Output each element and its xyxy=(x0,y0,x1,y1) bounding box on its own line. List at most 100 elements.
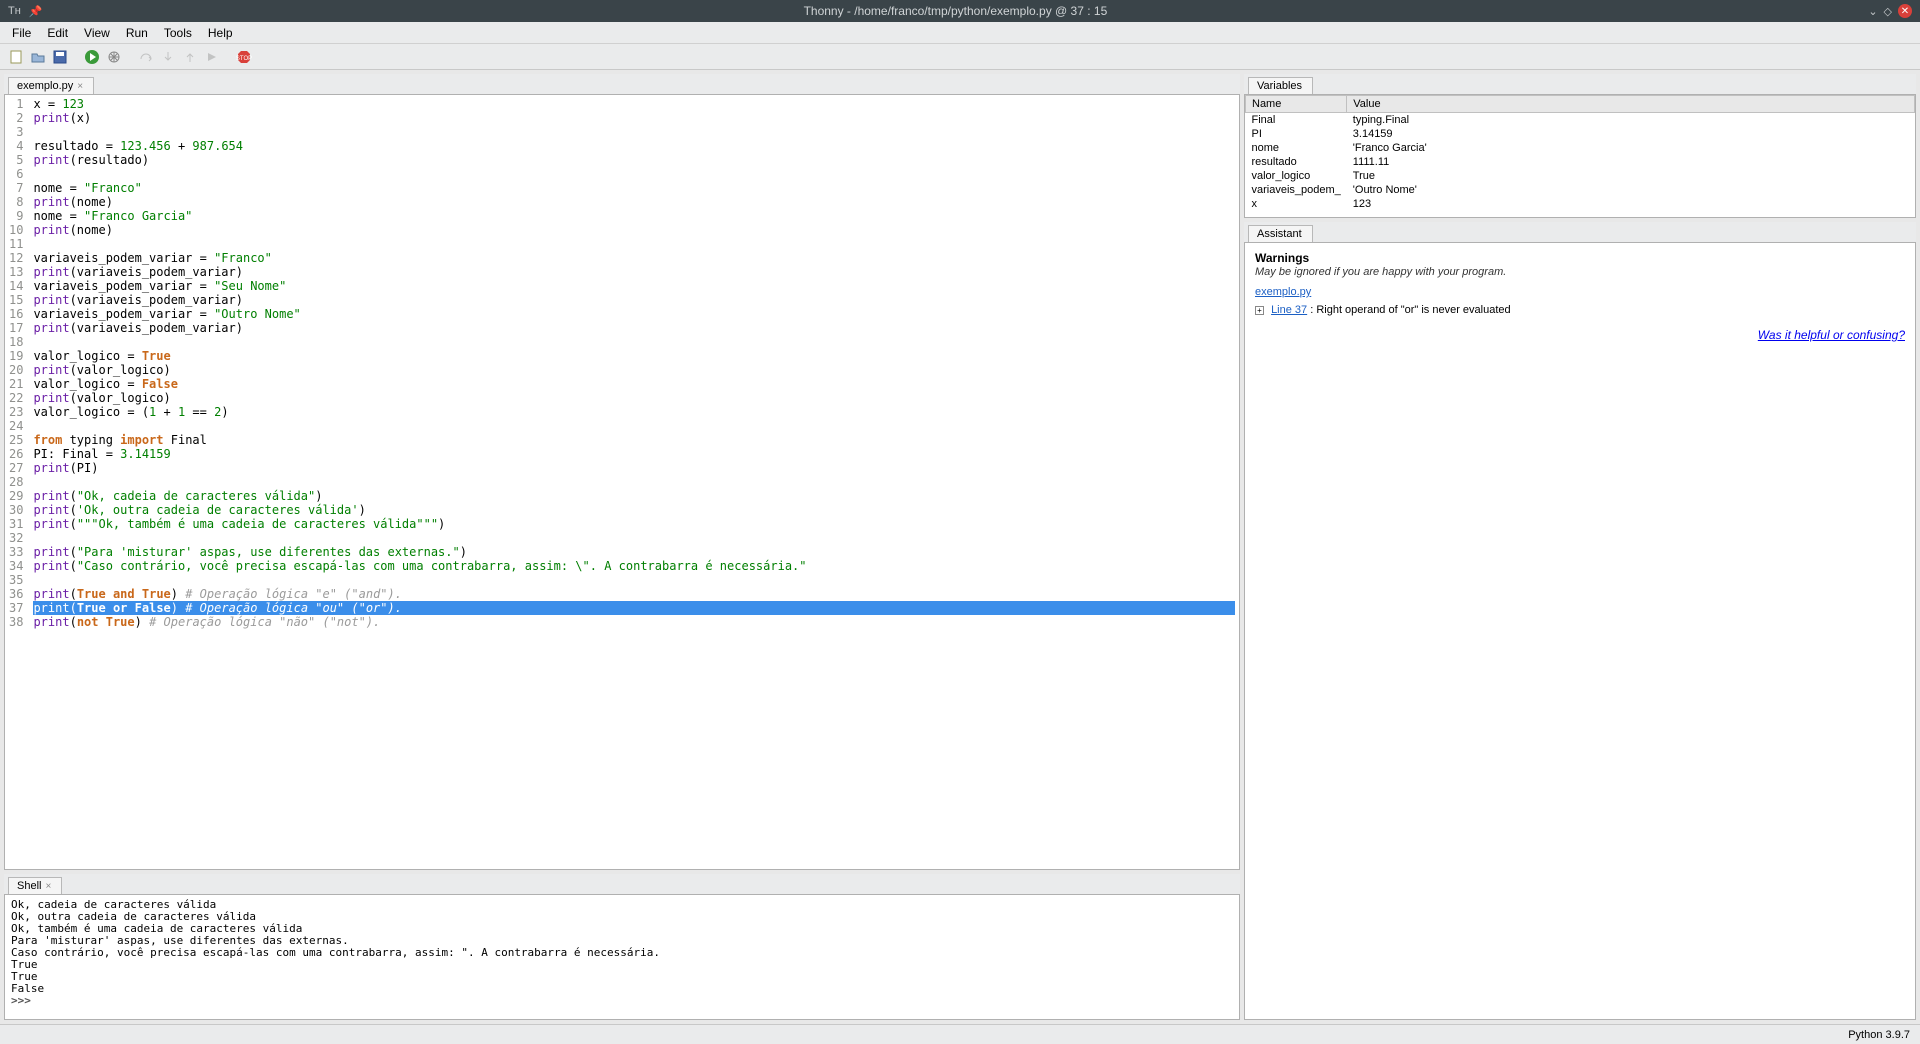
shell-output[interactable]: Ok, cadeia de caracteres válidaOk, outra… xyxy=(4,894,1240,1020)
code-line[interactable]: print("Para 'misturar' aspas, use difere… xyxy=(33,545,1235,559)
minimize-button[interactable]: ⌄ xyxy=(1868,5,1877,18)
code-line[interactable] xyxy=(33,573,1235,587)
assistant-body: Warnings May be ignored if you are happy… xyxy=(1244,242,1916,1020)
assistant-tab[interactable]: Assistant xyxy=(1248,225,1313,242)
code-line[interactable]: print(not True) # Operação lógica "não" … xyxy=(33,615,1235,629)
col-name[interactable]: Name xyxy=(1246,96,1347,113)
close-icon[interactable]: × xyxy=(45,881,51,892)
table-row[interactable]: PI3.14159 xyxy=(1246,127,1915,141)
code-line[interactable] xyxy=(33,125,1235,139)
code-line[interactable] xyxy=(33,167,1235,181)
code-line[interactable]: print(variaveis_podem_variar) xyxy=(33,265,1235,279)
code-line[interactable]: print(True and True) # Operação lógica "… xyxy=(33,587,1235,601)
menu-help[interactable]: Help xyxy=(200,24,241,42)
assistant-heading: Warnings xyxy=(1255,251,1905,265)
step-over-button[interactable] xyxy=(136,47,156,67)
table-row[interactable]: valor_logicoTrue xyxy=(1246,169,1915,183)
assistant-line-link[interactable]: Line 37 xyxy=(1271,304,1307,316)
code-line[interactable]: print(variaveis_podem_variar) xyxy=(33,293,1235,307)
variables-table-wrap[interactable]: Name Value Finaltyping.FinalPI3.14159nom… xyxy=(1244,94,1916,218)
code-line[interactable]: print(nome) xyxy=(33,223,1235,237)
table-row[interactable]: nome'Franco Garcia' xyxy=(1246,141,1915,155)
code-line[interactable]: print("Caso contrário, você precisa esca… xyxy=(33,559,1235,573)
code-line[interactable]: variaveis_podem_variar = "Outro Nome" xyxy=(33,307,1235,321)
code-line[interactable]: valor_logico = True xyxy=(33,349,1235,363)
assistant-feedback-link[interactable]: Was it helpful or confusing? xyxy=(1758,328,1905,342)
svg-text:STOP: STOP xyxy=(236,56,252,62)
code-line[interactable]: nome = "Franco Garcia" xyxy=(33,209,1235,223)
menu-view[interactable]: View xyxy=(76,24,118,42)
table-row[interactable]: x123 xyxy=(1246,197,1915,211)
code-line[interactable] xyxy=(33,419,1235,433)
menu-file[interactable]: File xyxy=(4,24,39,42)
variables-tab[interactable]: Variables xyxy=(1248,77,1313,94)
code-line[interactable]: variaveis_podem_variar = "Seu Nome" xyxy=(33,279,1235,293)
new-file-button[interactable] xyxy=(6,47,26,67)
statusbar: Python 3.9.7 xyxy=(0,1024,1920,1044)
code-line[interactable]: from typing import Final xyxy=(33,433,1235,447)
code-line[interactable] xyxy=(33,475,1235,489)
table-row[interactable]: Finaltyping.Final xyxy=(1246,113,1915,128)
code-line[interactable]: valor_logico = False xyxy=(33,377,1235,391)
editor-tab[interactable]: exemplo.py × xyxy=(8,77,94,94)
code-line[interactable] xyxy=(33,237,1235,251)
close-icon[interactable]: × xyxy=(77,81,83,92)
code-line[interactable]: resultado = 123.456 + 987.654 xyxy=(33,139,1235,153)
code-line[interactable] xyxy=(33,335,1235,349)
shell-tab[interactable]: Shell × xyxy=(8,877,62,894)
code-line[interactable]: PI: Final = 3.14159 xyxy=(33,447,1235,461)
code-line[interactable] xyxy=(33,531,1235,545)
variables-tab-label: Variables xyxy=(1257,80,1302,92)
code-line[interactable]: x = 123 xyxy=(33,97,1235,111)
step-into-button[interactable] xyxy=(158,47,178,67)
code-line[interactable]: print(nome) xyxy=(33,195,1235,209)
shell-line: Caso contrário, você precisa escapá-las … xyxy=(11,947,1233,959)
code-line[interactable]: print(variaveis_podem_variar) xyxy=(33,321,1235,335)
titlebar: Tʜ 📌 Thonny - /home/franco/tmp/python/ex… xyxy=(0,0,1920,22)
table-row[interactable]: variaveis_podem_'Outro Nome' xyxy=(1246,183,1915,197)
stop-button[interactable]: STOP xyxy=(234,47,254,67)
code-line[interactable]: print('Ok, outra cadeia de caracteres vá… xyxy=(33,503,1235,517)
menu-edit[interactable]: Edit xyxy=(39,24,76,42)
code-line[interactable]: variaveis_podem_variar = "Franco" xyxy=(33,251,1235,265)
expand-icon[interactable]: + xyxy=(1255,306,1264,315)
editor-panel: exemplo.py × 123456789101112131415161718… xyxy=(4,74,1240,870)
shell-line: False xyxy=(11,983,1233,995)
code-line[interactable]: print(valor_logico) xyxy=(33,391,1235,405)
run-button[interactable] xyxy=(82,47,102,67)
code-line[interactable]: print("Ok, cadeia de caracteres válida") xyxy=(33,489,1235,503)
close-button[interactable]: ✕ xyxy=(1898,4,1912,18)
code-line[interactable]: valor_logico = (1 + 1 == 2) xyxy=(33,405,1235,419)
editor-tab-label: exemplo.py xyxy=(17,80,73,92)
open-file-button[interactable] xyxy=(28,47,48,67)
variables-panel: Variables Name Value Finaltyping.FinalPI… xyxy=(1244,74,1916,218)
maximize-button[interactable]: ◇ xyxy=(1884,5,1892,18)
assistant-warning: + Line 37 : Right operand of "or" is nev… xyxy=(1255,304,1905,316)
assistant-panel: Assistant Warnings May be ignored if you… xyxy=(1244,222,1916,1020)
shell-line: True xyxy=(11,971,1233,983)
python-version[interactable]: Python 3.9.7 xyxy=(1848,1029,1910,1041)
menu-tools[interactable]: Tools xyxy=(156,24,200,42)
col-value[interactable]: Value xyxy=(1347,96,1915,113)
table-row[interactable]: resultado1111.11 xyxy=(1246,155,1915,169)
save-file-button[interactable] xyxy=(50,47,70,67)
menu-run[interactable]: Run xyxy=(118,24,156,42)
code-line[interactable]: nome = "Franco" xyxy=(33,181,1235,195)
code-line[interactable]: print(x) xyxy=(33,111,1235,125)
code-line[interactable]: print(resultado) xyxy=(33,153,1235,167)
debug-button[interactable] xyxy=(104,47,124,67)
shell-tab-label: Shell xyxy=(17,880,41,892)
assistant-message: : Right operand of "or" is never evaluat… xyxy=(1307,304,1510,316)
code-line[interactable]: print("""Ok, também é uma cadeia de cara… xyxy=(33,517,1235,531)
toolbar: STOP xyxy=(0,44,1920,70)
code-line[interactable]: print(True or False) # Operação lógica "… xyxy=(33,601,1235,615)
code-line[interactable]: print(valor_logico) xyxy=(33,363,1235,377)
assistant-subtitle: May be ignored if you are happy with you… xyxy=(1255,266,1905,278)
resume-button[interactable] xyxy=(202,47,222,67)
assistant-file-link[interactable]: exemplo.py xyxy=(1255,286,1311,298)
step-out-button[interactable] xyxy=(180,47,200,67)
code-editor[interactable]: 1234567891011121314151617181920212223242… xyxy=(4,94,1240,870)
code-line[interactable]: print(PI) xyxy=(33,461,1235,475)
shell-prompt[interactable]: >>> xyxy=(11,995,1233,1007)
pin-icon[interactable]: 📌 xyxy=(29,5,43,18)
